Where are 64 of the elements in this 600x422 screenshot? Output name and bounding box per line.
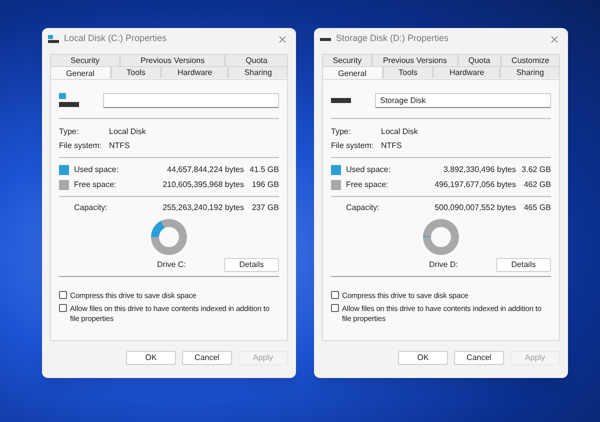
bytes-value: 500,090,007,552 bytes — [434, 202, 516, 214]
bytes-value: 496,197,677,056 bytes — [434, 178, 516, 190]
size-value: 237 GB — [250, 202, 279, 214]
field-label: Type: — [59, 126, 80, 138]
checkbox[interactable] — [331, 304, 339, 312]
field-value: NTFS — [381, 140, 402, 152]
tab[interactable]: Security — [50, 54, 120, 66]
tab[interactable]: General — [322, 66, 383, 80]
tab[interactable]: Sharing — [500, 66, 560, 78]
bytes-value: 255,263,240,192 bytes — [162, 202, 244, 214]
drive-label: Drive C: — [157, 259, 187, 271]
tab[interactable]: Previous Versions — [372, 54, 458, 66]
tab[interactable]: Hardware — [433, 66, 500, 78]
checkbox[interactable] — [59, 291, 67, 299]
tab[interactable]: Quota — [225, 54, 288, 66]
field-label: File system: — [331, 140, 375, 152]
size-value: 41.5 GB — [248, 164, 279, 176]
tab[interactable]: Sharing — [228, 66, 288, 78]
bytes-value: 3,892,330,496 bytes — [442, 164, 516, 176]
tab[interactable]: Previous Versions — [120, 54, 226, 66]
window-title: Local Disk (C:) Properties — [64, 32, 168, 46]
size-value: 3.62 GB — [520, 164, 551, 176]
tab[interactable]: Tools — [382, 66, 434, 78]
bytes-value: 210,605,395,968 bytes — [162, 178, 244, 190]
usage-donut — [149, 217, 189, 257]
field-value: Local Disk — [381, 126, 418, 138]
field-value: NTFS — [109, 140, 130, 152]
tab[interactable]: Hardware — [161, 66, 228, 78]
tab[interactable]: General — [50, 66, 111, 80]
checkbox[interactable] — [59, 304, 67, 312]
close-icon[interactable] — [279, 36, 286, 42]
drive-icon — [48, 35, 59, 43]
details-button[interactable]: Details — [224, 258, 279, 272]
usage-donut — [421, 217, 461, 257]
field-label: File system: — [59, 140, 103, 152]
name-field[interactable]: Storage Disk — [375, 92, 551, 108]
tab[interactable]: Security — [322, 54, 372, 66]
drive-label: Drive D: — [429, 259, 459, 271]
details-button[interactable]: Details — [496, 258, 551, 272]
window-title: Storage Disk (D:) Properties — [336, 32, 450, 46]
dialog-button[interactable]: Cancel — [454, 351, 504, 365]
drive-icon — [59, 93, 79, 107]
tab[interactable]: Customize — [500, 54, 560, 66]
dialog-button[interactable]: Cancel — [182, 351, 232, 365]
field-label: Type: — [331, 126, 352, 138]
field-value: Local Disk — [109, 126, 146, 138]
tab[interactable]: Quota — [458, 54, 501, 66]
field-label: Used space: — [346, 164, 392, 176]
checkbox[interactable] — [331, 291, 339, 299]
dialog-button[interactable]: OK — [398, 351, 448, 365]
dialog-button[interactable]: OK — [126, 351, 176, 365]
size-value: 465 GB — [522, 202, 551, 214]
bytes-value: 44,657,844,224 bytes — [166, 164, 244, 176]
field-label: Free space: — [74, 178, 118, 190]
field-label: Free space: — [346, 178, 390, 190]
size-value: 462 GB — [522, 178, 551, 190]
drive-icon — [320, 35, 331, 43]
tab[interactable]: Tools — [110, 66, 162, 78]
close-icon[interactable] — [551, 36, 558, 42]
size-value: 196 GB — [250, 178, 279, 190]
field-label: Capacity: — [345, 202, 380, 214]
name-field[interactable] — [103, 92, 279, 108]
field-label: Capacity: — [73, 202, 108, 214]
field-label: Used space: — [74, 164, 120, 176]
